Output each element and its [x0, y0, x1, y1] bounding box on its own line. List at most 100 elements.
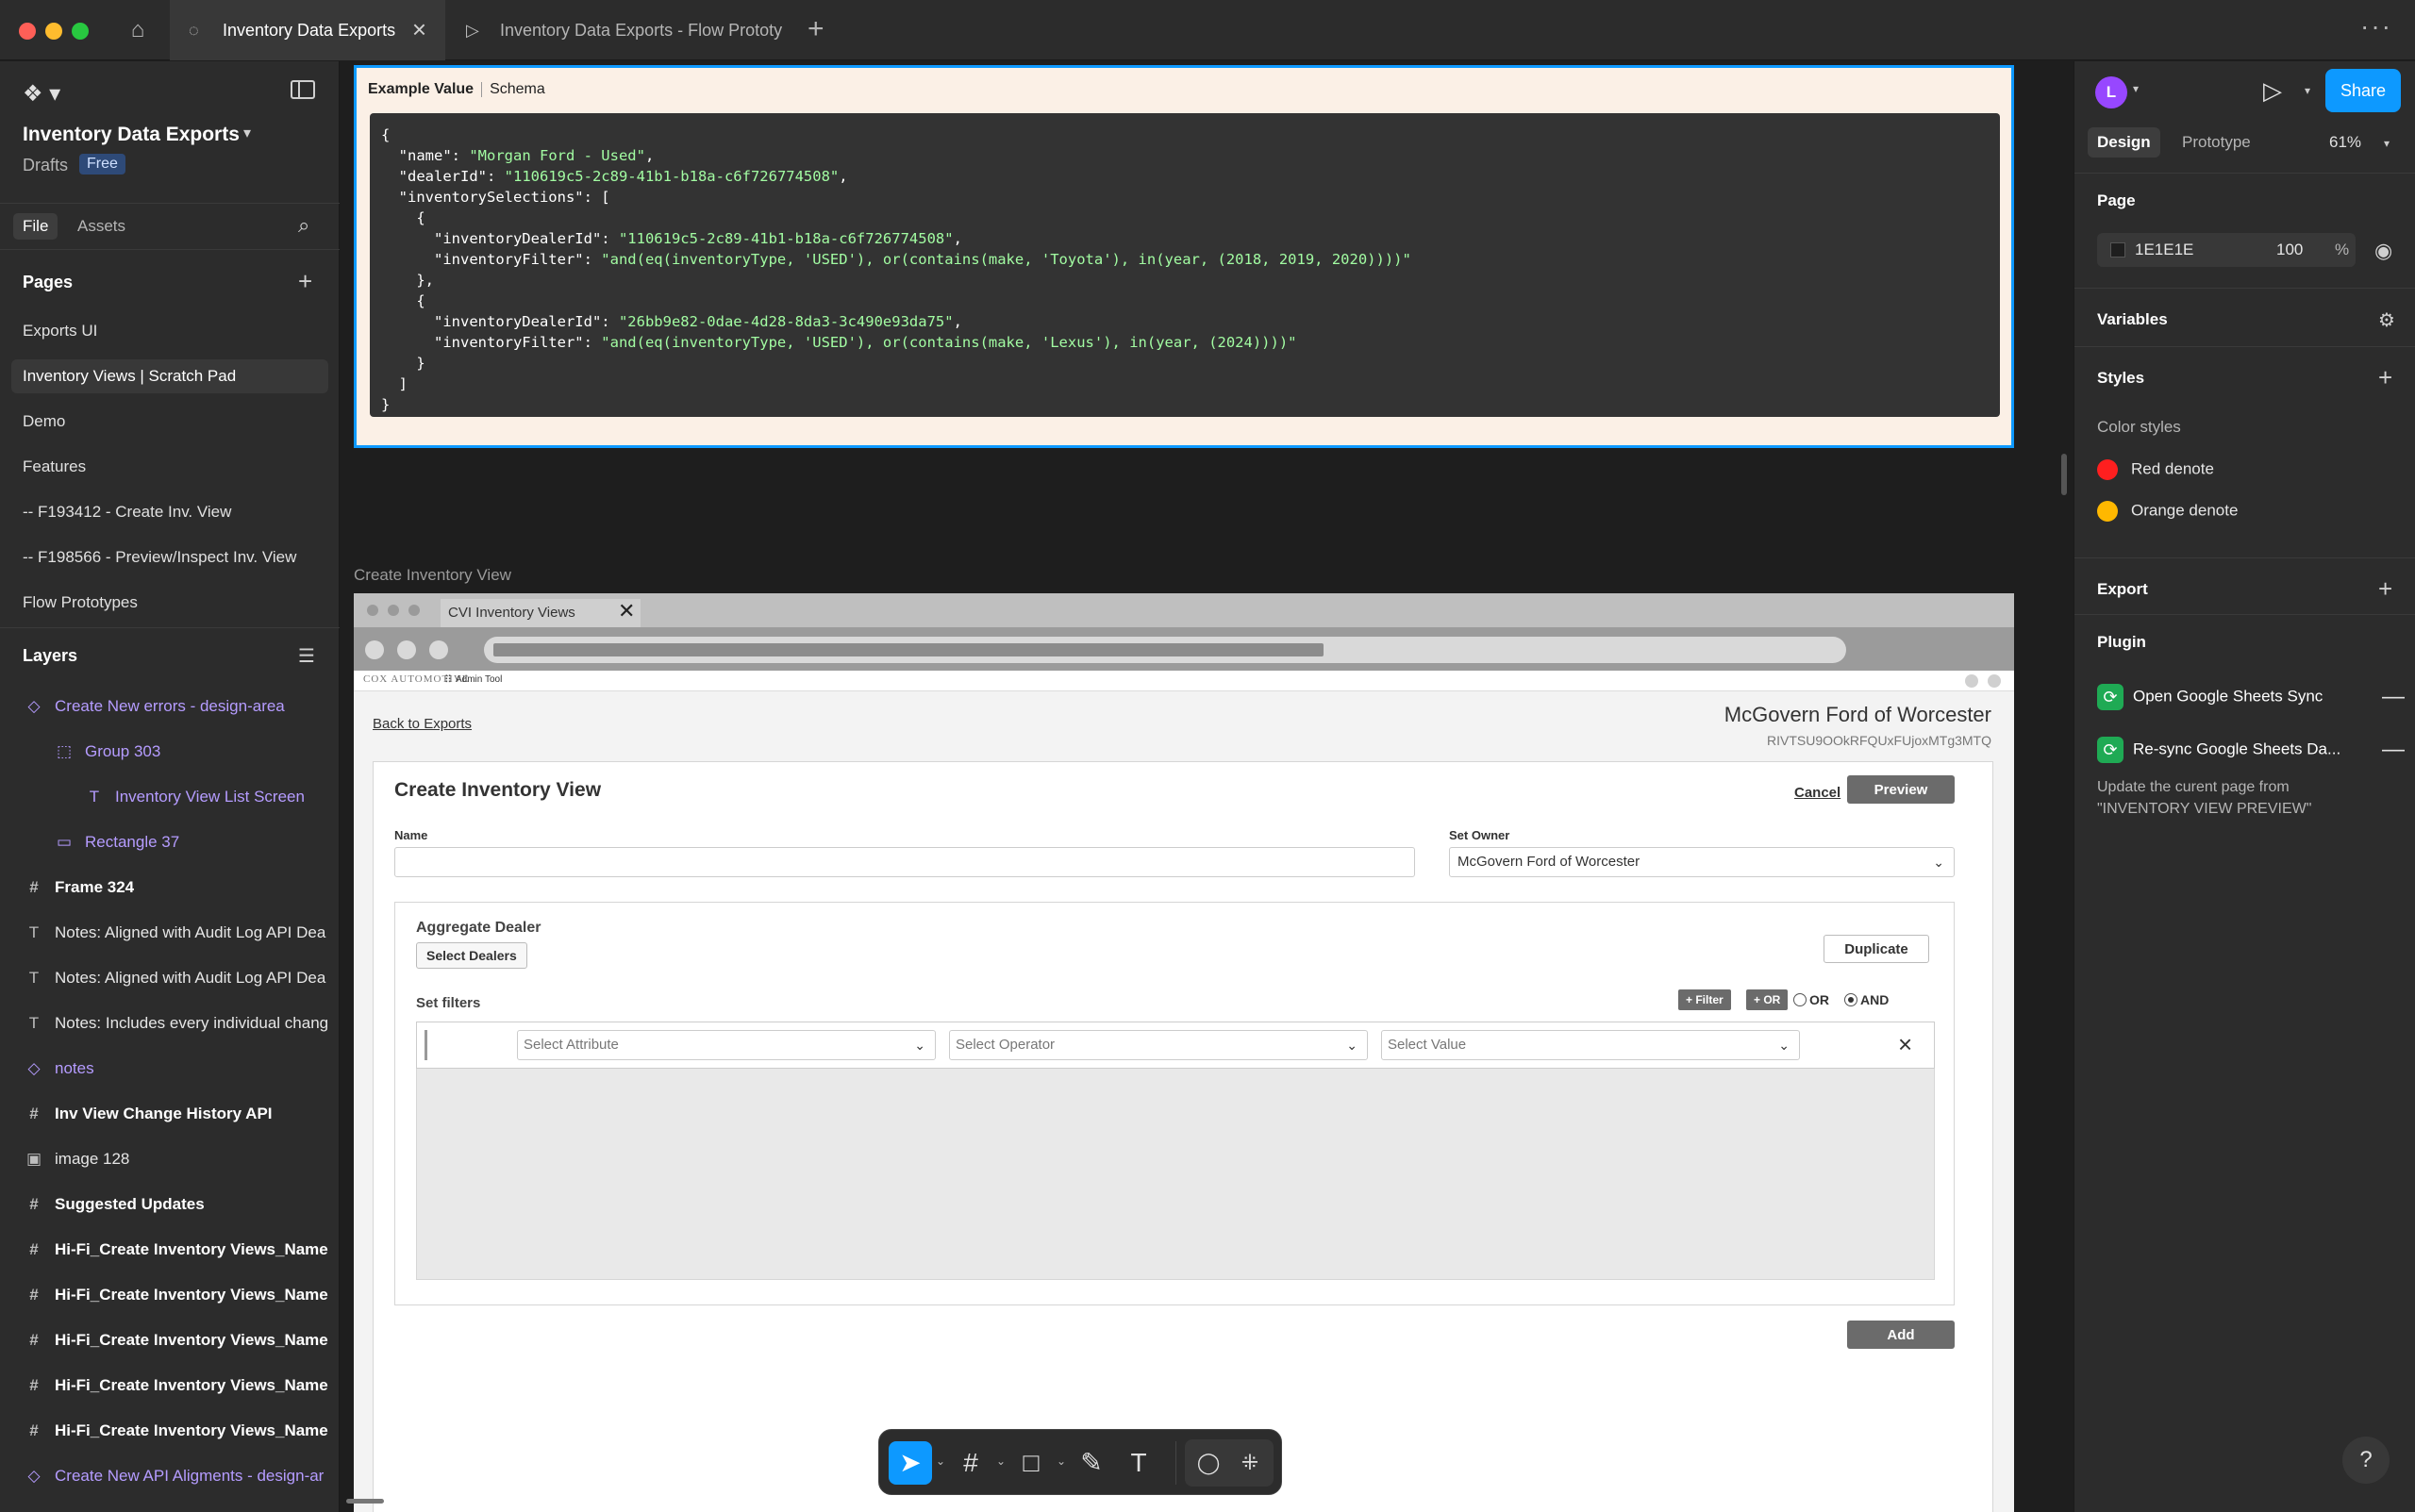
add-filter-button[interactable]: + Filter	[1678, 989, 1731, 1010]
layer-item[interactable]: ⬚ Group 303	[0, 733, 340, 771]
tab-flow-prototype[interactable]: ▷ Inventory Data Exports - Flow Prototy	[447, 0, 792, 60]
new-tab-plus-icon[interactable]: +	[808, 13, 824, 45]
duplicate-button[interactable]: Duplicate	[1824, 935, 1929, 963]
file-location[interactable]: Drafts	[23, 156, 68, 175]
canvas-scrollbar[interactable]	[2061, 454, 2067, 495]
close-icon[interactable]: ×	[412, 17, 426, 42]
tab-assets[interactable]: Assets	[68, 213, 135, 240]
variables-heading[interactable]: Variables	[2097, 310, 2168, 329]
page-item[interactable]: -- F198566 - Preview/Inspect Inv. View	[11, 540, 328, 574]
help-button[interactable]: ?	[2342, 1437, 2390, 1484]
present-play-icon[interactable]: ▷	[2263, 76, 2282, 106]
preview-button[interactable]: Preview	[1847, 775, 1955, 804]
text-tool-icon[interactable]: T	[1117, 1441, 1160, 1485]
page-color-field[interactable]: 1E1E1E 100 %	[2097, 233, 2356, 267]
remove-plugin-icon[interactable]: —	[2382, 737, 2405, 763]
chevron-down-icon[interactable]: ▾	[2305, 84, 2310, 97]
add-style-plus-icon[interactable]: +	[2378, 365, 2392, 390]
layer-item[interactable]: # Hi-Fi_Create Inventory Views_Name	[0, 1321, 340, 1359]
share-button[interactable]: Share	[2325, 69, 2401, 112]
tab-schema[interactable]: Schema	[490, 81, 545, 97]
design-canvas[interactable]: Example Value Schema { "name": "Morgan Fo…	[341, 61, 2073, 1512]
page-opacity[interactable]: 100	[2276, 241, 2303, 259]
color-swatch[interactable]	[2110, 242, 2125, 258]
more-options-icon[interactable]: ···	[2360, 11, 2392, 42]
chevron-down-icon[interactable]: ▾	[2133, 82, 2139, 95]
page-item-selected[interactable]: Inventory Views | Scratch Pad	[11, 359, 328, 393]
create-inventory-view-frame[interactable]: CVI Inventory Views ✕ COX AUTOMOTIVE ⠿ A…	[354, 593, 2014, 1512]
chevron-down-icon[interactable]: ▾	[243, 124, 251, 142]
layer-item[interactable]: T Notes: Aligned with Audit Log API Dea	[0, 959, 340, 997]
remove-plugin-icon[interactable]: —	[2382, 684, 2405, 710]
move-tool-icon[interactable]: ➤	[889, 1441, 932, 1485]
window-close-button[interactable]	[19, 23, 36, 40]
layer-item[interactable]: # Inv View Change History API	[0, 1095, 340, 1133]
layer-item[interactable]: T Inventory View List Screen	[0, 778, 340, 816]
variables-settings-icon[interactable]: ⚙	[2378, 308, 2395, 332]
drag-handle[interactable]	[425, 1030, 427, 1060]
tab-design[interactable]: Design	[2088, 127, 2160, 158]
owner-select[interactable]: McGovern Ford of Worcester ⌄	[1449, 847, 1955, 877]
main-menu-icon[interactable]: ❖ ▾	[23, 80, 60, 108]
tab-example-value[interactable]: Example Value	[368, 81, 474, 97]
frame-label[interactable]: Create Inventory View	[354, 566, 511, 585]
layer-item[interactable]: ▣ image 128	[0, 1140, 340, 1178]
close-icon[interactable]: ×	[1898, 1030, 1912, 1059]
home-icon[interactable]: ⌂	[121, 15, 155, 45]
example-value-frame[interactable]: Example Value Schema { "name": "Morgan Fo…	[354, 65, 2014, 448]
plugin-item-open-sheets-sync[interactable]: ⟳ Open Google Sheets Sync	[2097, 684, 2323, 710]
layer-item[interactable]: # Suggested Updates	[0, 1186, 340, 1223]
chevron-down-icon[interactable]: ⌄	[936, 1454, 945, 1468]
select-attribute-dropdown[interactable]: Select Attribute ⌄	[517, 1030, 936, 1060]
tab-prototype[interactable]: Prototype	[2173, 127, 2260, 158]
window-minimize-button[interactable]	[45, 23, 62, 40]
layer-item[interactable]: ◇ Create New errors - design-area	[0, 688, 340, 725]
tab-file[interactable]: File	[13, 213, 58, 240]
layer-item[interactable]: ◇ notes	[0, 1050, 340, 1088]
radio-or[interactable]: OR	[1793, 992, 1829, 1007]
frame-tool-icon[interactable]: #	[949, 1441, 992, 1485]
chevron-down-icon[interactable]: ⌄	[996, 1454, 1006, 1468]
sidebar-toggle-icon[interactable]	[291, 80, 315, 99]
page-item[interactable]: Exports UI	[11, 314, 328, 348]
collapse-layers-icon[interactable]: ☰	[298, 644, 315, 669]
select-value-dropdown[interactable]: Select Value ⌄	[1381, 1030, 1800, 1060]
page-item[interactable]: -- F193412 - Create Inv. View	[11, 495, 328, 529]
layer-item[interactable]: # Hi-Fi_Create Inventory Views_Name	[0, 1367, 340, 1404]
cancel-link[interactable]: Cancel	[1794, 785, 1840, 801]
add-export-plus-icon[interactable]: +	[2378, 576, 2392, 601]
search-icon[interactable]: ⌕	[298, 213, 309, 238]
page-color-hex[interactable]: 1E1E1E	[2135, 241, 2193, 259]
layer-item[interactable]: ▭ Rectangle 37	[0, 823, 340, 861]
file-title[interactable]: Inventory Data Exports	[23, 124, 240, 146]
page-item[interactable]: Demo	[11, 405, 328, 439]
layer-item[interactable]: # Frame 324	[0, 869, 340, 906]
select-operator-dropdown[interactable]: Select Operator ⌄	[949, 1030, 1368, 1060]
select-dealers-button[interactable]: Select Dealers	[416, 942, 527, 969]
page-item[interactable]: Features	[11, 450, 328, 484]
comment-tool-icon[interactable]: ◯	[1187, 1441, 1230, 1485]
radio-and[interactable]: AND	[1844, 992, 1889, 1007]
window-maximize-button[interactable]	[72, 23, 89, 40]
add-page-plus-icon[interactable]: +	[298, 269, 312, 293]
name-input[interactable]	[394, 847, 1415, 877]
plugin-item-resync-sheets[interactable]: ⟳ Re-sync Google Sheets Da...	[2097, 737, 2340, 763]
zoom-level[interactable]: 61%	[2329, 133, 2361, 152]
layer-item[interactable]: # Hi-Fi_Create Inventory Views_Name	[0, 1276, 340, 1314]
horizontal-scrollbar[interactable]	[346, 1499, 384, 1504]
style-item-orange[interactable]: Orange denote	[2097, 501, 2238, 522]
add-or-button[interactable]: + OR	[1746, 989, 1789, 1010]
rectangle-tool-icon[interactable]: □	[1009, 1441, 1053, 1485]
eye-icon[interactable]: ◉	[2374, 239, 2392, 263]
layer-item[interactable]: T Notes: Includes every individual chang	[0, 1005, 340, 1042]
page-item[interactable]: Flow Prototypes	[11, 586, 328, 620]
chevron-down-icon[interactable]: ▾	[2384, 137, 2390, 150]
tab-inventory-data-exports[interactable]: ◌ Inventory Data Exports ×	[170, 0, 445, 60]
pen-tool-icon[interactable]: ✎	[1070, 1441, 1113, 1485]
avatar[interactable]: L	[2095, 76, 2127, 108]
layer-item[interactable]: ◇ Create New API Aligments - design-ar	[0, 1457, 340, 1495]
layer-item[interactable]: # Hi-Fi_Create Inventory Views_Name	[0, 1412, 340, 1450]
chevron-down-icon[interactable]: ⌄	[1057, 1454, 1066, 1468]
style-item-red[interactable]: Red denote	[2097, 459, 2214, 480]
layer-item[interactable]: # Hi-Fi_Create Inventory Views_Name	[0, 1231, 340, 1269]
